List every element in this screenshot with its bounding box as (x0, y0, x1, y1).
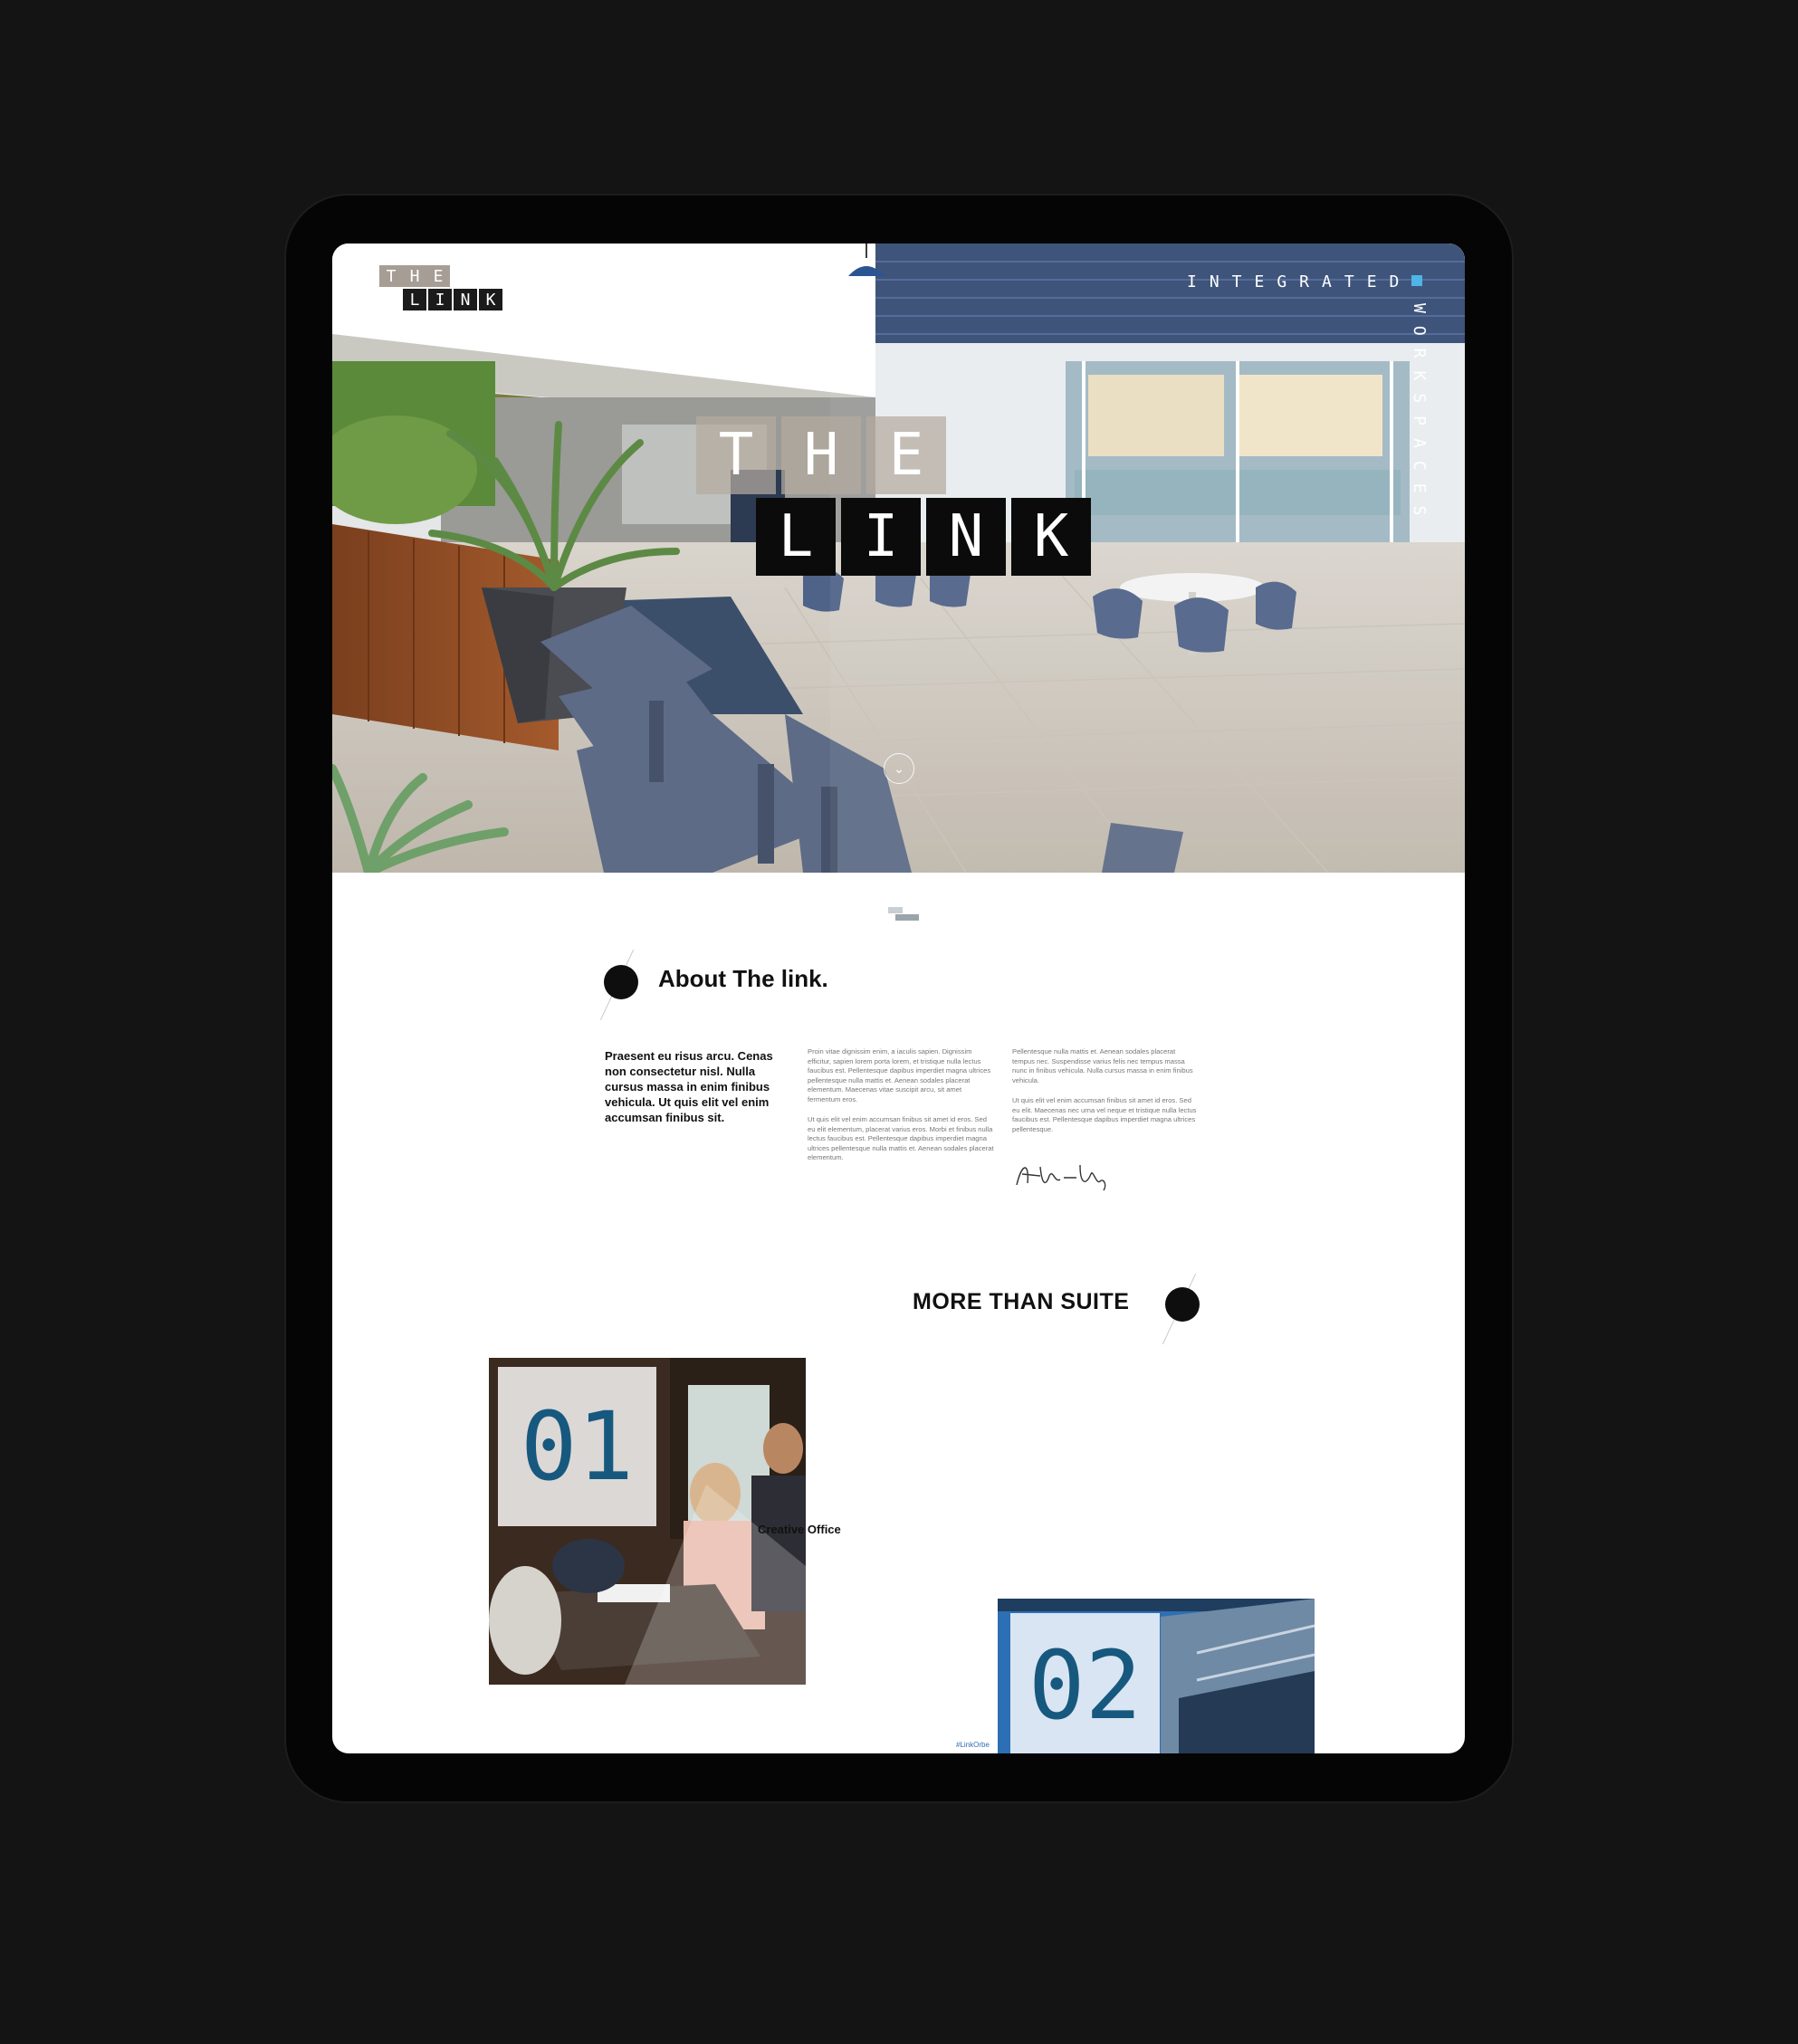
paragraph: Ut quis elit vel enim accumsan finibus s… (808, 1115, 994, 1161)
suite-card-01[interactable]: 01 (489, 1358, 806, 1685)
section-dot (604, 965, 638, 999)
header-logo[interactable]: T H E L I N K (379, 265, 504, 310)
logo-letter: K (479, 289, 502, 310)
paragraph: Ut quis elit vel enim accumsan finibus s… (1012, 1096, 1197, 1133)
suite-card-02[interactable]: 02 (998, 1599, 1315, 1753)
hero-logo-letter: N (926, 498, 1006, 576)
suite-number: 02 (1010, 1613, 1160, 1753)
scroll-down-button[interactable]: ⌄ (884, 753, 914, 784)
about-title: About The link. (658, 965, 828, 992)
chevron-down-icon: ⌄ (894, 760, 904, 776)
paragraph: Pellentesque nulla mattis et. Aenean sod… (1012, 1047, 1193, 1084)
logo-letter: I (428, 289, 452, 310)
hero-logo-letter: I (841, 498, 921, 576)
logo-letter: N (454, 289, 477, 310)
about-column-3: Pellentesque nulla mattis et. Aenean sod… (1012, 1047, 1199, 1145)
logo-letter: H (403, 265, 426, 287)
browser-screen: T H E L I N K INTEGRATED WORKSPACES T H … (332, 244, 1465, 1753)
signature-image (1016, 1164, 1106, 1191)
hero-logo-letter: L (756, 498, 836, 576)
suite-label: Creative Office (758, 1523, 841, 1536)
hero-logo-letter: H (781, 416, 861, 494)
about-lead-text: Praesent eu risus arcu. Cenas non consec… (605, 1049, 773, 1124)
hero-logo-letter: T (696, 416, 776, 494)
suite-number: 01 (498, 1367, 656, 1526)
paragraph: Proin vitae dignissim enim, a iaculis sa… (808, 1047, 991, 1103)
suite-caption: #LinkOrbe (956, 1741, 990, 1749)
hero-logo-letter: K (1011, 498, 1091, 576)
section-dot (1165, 1287, 1200, 1322)
accent-square (1411, 275, 1422, 286)
logo-letter: L (403, 289, 426, 310)
hero-logo: T H E L I N K (696, 416, 1096, 576)
tagline-workspaces: WORKSPACES (1410, 303, 1429, 529)
mini-logo-icon (888, 907, 919, 921)
tagline-integrated: INTEGRATED (1187, 272, 1412, 291)
about-column-2: Proin vitae dignissim enim, a iaculis sa… (808, 1047, 994, 1174)
logo-letter: T (379, 265, 403, 287)
suites-title: MORE THAN SUITE (913, 1289, 1130, 1314)
hero-section: T H E L I N K INTEGRATED WORKSPACES T H … (332, 244, 1465, 873)
hero-logo-letter: E (866, 416, 946, 494)
logo-letter: E (426, 265, 450, 287)
